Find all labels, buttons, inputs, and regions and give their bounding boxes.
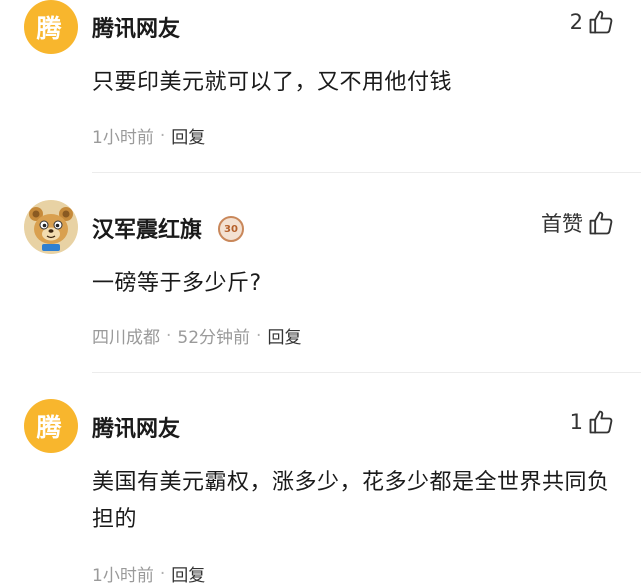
- separator-dot: ·: [159, 125, 166, 146]
- avatar[interactable]: [24, 200, 78, 254]
- like-count: 1: [569, 410, 583, 434]
- separator-dot: ·: [256, 325, 262, 346]
- divider: [92, 172, 641, 173]
- thumbs-up-icon: [589, 410, 613, 434]
- like-count: 2: [569, 10, 583, 34]
- username[interactable]: 腾讯网友: [92, 11, 180, 43]
- comment-text: 一磅等于多少斤?: [92, 271, 262, 296]
- like-button[interactable]: 首赞: [541, 208, 615, 238]
- location: 四川成都: [92, 328, 160, 348]
- comment-text: 美国有美元霸权，涨多少，花多少都是全世界共同负担的: [92, 470, 610, 532]
- avatar-letter: 腾: [36, 14, 62, 43]
- thumbs-up-icon: [589, 211, 613, 235]
- comment-meta: 1小时前 · 回复: [92, 561, 205, 586]
- reply-button[interactable]: 回复: [171, 123, 205, 148]
- username[interactable]: 汉军震红旗: [92, 212, 202, 244]
- thumbs-up-icon: [589, 10, 613, 34]
- separator-dot: ·: [159, 563, 166, 584]
- bear-avatar-icon: [24, 200, 78, 254]
- avatar[interactable]: 腾: [24, 399, 78, 453]
- like-button[interactable]: 1: [570, 408, 615, 436]
- like-button[interactable]: 2: [570, 8, 615, 36]
- reply-button[interactable]: 回复: [267, 323, 301, 348]
- username[interactable]: 腾讯网友: [92, 411, 180, 443]
- divider: [92, 372, 641, 373]
- comment-meta: 四川成都 · 52分钟前 · 回复: [92, 323, 301, 349]
- timestamp: 52分钟前: [177, 328, 251, 348]
- avatar-letter: 腾: [36, 413, 62, 442]
- avatar[interactable]: 腾: [24, 0, 78, 54]
- timestamp: 1小时前: [92, 566, 154, 586]
- like-count: 首赞: [541, 212, 583, 236]
- level-badge: 30: [218, 216, 244, 242]
- reply-button[interactable]: 回复: [171, 561, 205, 586]
- separator-dot: ·: [166, 325, 172, 346]
- comment-meta: 1小时前 · 回复: [92, 123, 205, 149]
- comment-text: 只要印美元就可以了，又不用他付钱: [92, 70, 453, 95]
- timestamp: 1小时前: [92, 128, 154, 148]
